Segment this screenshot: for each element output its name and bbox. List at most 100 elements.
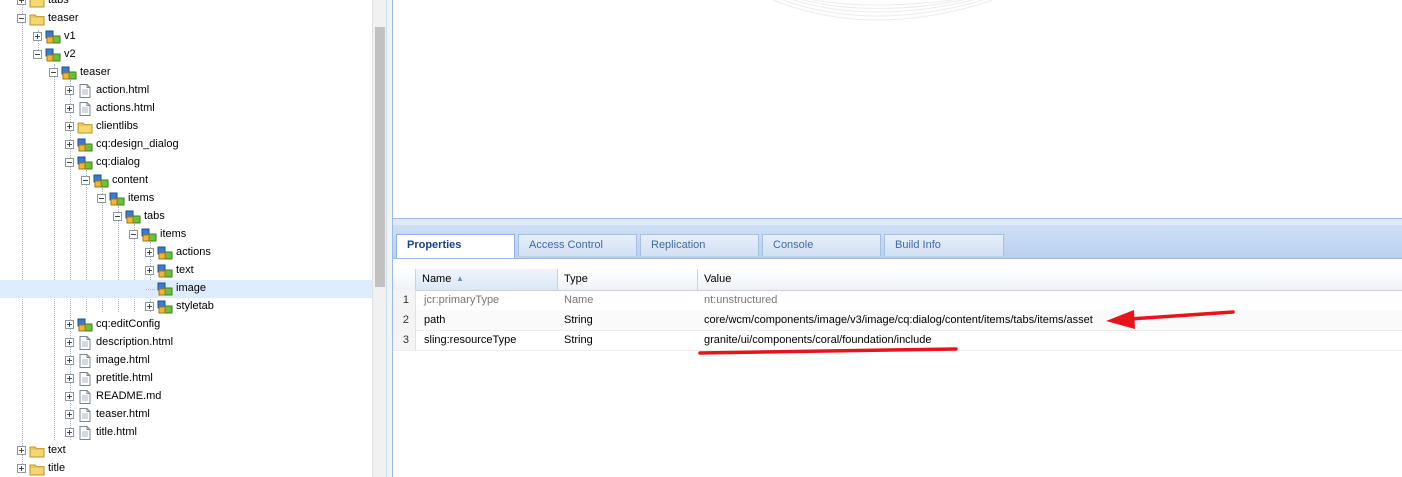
expand-icon[interactable]	[65, 356, 74, 365]
tree-node[interactable]: tabs	[0, 208, 372, 226]
expand-icon[interactable]	[65, 428, 74, 437]
tab-console[interactable]: Console	[762, 234, 881, 256]
expand-icon[interactable]	[65, 338, 74, 347]
rownum-header	[393, 269, 416, 290]
folder-icon	[77, 119, 93, 135]
tree-node[interactable]: title.html	[0, 424, 372, 442]
collapse-icon[interactable]	[33, 50, 42, 59]
table-row[interactable]: 3 sling:resourceType String granite/ui/c…	[393, 330, 1402, 351]
tree-node[interactable]: v1	[0, 28, 372, 46]
tree-node[interactable]: text	[0, 442, 372, 460]
file-icon	[77, 407, 93, 423]
collapse-icon[interactable]	[129, 230, 138, 239]
expand-icon[interactable]	[145, 266, 154, 275]
watermark-graphic	[772, 0, 994, 21]
tree-scrollbar[interactable]	[372, 0, 387, 477]
tree-node[interactable]: content	[0, 172, 372, 190]
column-header-type[interactable]: Type	[558, 269, 698, 290]
collapse-icon[interactable]	[17, 14, 26, 23]
tree-node-label: image	[176, 282, 206, 294]
table-row[interactable]: 2 path String core/wcm/components/image/…	[393, 310, 1402, 331]
grid-header: Name ▲ Type Value	[393, 269, 1402, 291]
tree-node-label: actions.html	[96, 102, 155, 114]
collapse-icon[interactable]	[97, 194, 106, 203]
folder-icon	[29, 461, 45, 477]
file-icon	[77, 353, 93, 369]
tab-replication[interactable]: Replication	[640, 234, 759, 256]
component-node-icon	[45, 47, 61, 63]
tree-node-label: image.html	[96, 354, 150, 366]
table-row[interactable]: 1 jcr:primaryType Name nt:unstructured	[393, 290, 1402, 311]
tree-node[interactable]: cq:dialog	[0, 154, 372, 172]
expand-icon[interactable]	[65, 410, 74, 419]
file-icon	[77, 425, 93, 441]
tree-node[interactable]: items	[0, 190, 372, 208]
tree-node[interactable]: image	[0, 280, 372, 298]
tree-node[interactable]: v2	[0, 46, 372, 64]
tree-node[interactable]: action.html	[0, 82, 372, 100]
tree-node[interactable]: teaser.html	[0, 406, 372, 424]
expand-icon[interactable]	[33, 32, 42, 41]
expand-icon[interactable]	[65, 86, 74, 95]
tab-label: Properties	[407, 239, 462, 251]
column-header-name[interactable]: Name ▲	[416, 269, 558, 290]
tree-node-label: action.html	[96, 84, 150, 96]
tree-node[interactable]: cq:design_dialog	[0, 136, 372, 154]
tree-node-label: text	[176, 264, 194, 276]
tree-node[interactable]: cq:editConfig	[0, 316, 372, 334]
row-number: 2	[393, 310, 416, 330]
tree-node[interactable]: description.html	[0, 334, 372, 352]
tree-node[interactable]: text	[0, 262, 372, 280]
panel-splitter[interactable]	[386, 0, 393, 477]
tree-node[interactable]: styletab	[0, 298, 372, 316]
tree-node-label: cq:design_dialog	[96, 138, 179, 150]
repository-tree[interactable]: tabs teaser v1 v2 teaser action.html actions.h…	[0, 0, 372, 477]
column-header-value[interactable]: Value	[698, 269, 1402, 290]
tree-node-label: clientlibs	[96, 120, 139, 132]
tree-node[interactable]: clientlibs	[0, 118, 372, 136]
tab-build-info[interactable]: Build Info	[884, 234, 1004, 256]
tree-node[interactable]: tabs	[0, 0, 372, 10]
collapse-icon[interactable]	[113, 212, 122, 221]
collapse-icon[interactable]	[49, 68, 58, 77]
expand-icon[interactable]	[145, 302, 154, 311]
expand-icon[interactable]	[65, 374, 74, 383]
tree-node[interactable]: actions.html	[0, 100, 372, 118]
collapse-icon[interactable]	[81, 176, 90, 185]
expand-icon[interactable]	[17, 464, 26, 473]
tree-scroll-thumb[interactable]	[375, 27, 385, 287]
collapse-icon[interactable]	[65, 158, 74, 167]
tree-node-label: actions	[176, 246, 211, 258]
tree-node-label: title.html	[96, 426, 137, 438]
tree-node[interactable]: README.md	[0, 388, 372, 406]
tree-node[interactable]: image.html	[0, 352, 372, 370]
folder-icon	[29, 11, 45, 27]
tree-node-label: v2	[64, 48, 76, 60]
tree-node[interactable]: title	[0, 460, 372, 477]
expand-icon[interactable]	[17, 446, 26, 455]
tree-node[interactable]: teaser	[0, 10, 372, 28]
expand-icon[interactable]	[65, 122, 74, 131]
tab-access-control[interactable]: Access Control	[518, 234, 637, 256]
tree-node[interactable]: pretitle.html	[0, 370, 372, 388]
properties-grid[interactable]: Name ▲ Type Value 1 jcr:primaryType Name…	[393, 269, 1402, 477]
tree-node-label: styletab	[176, 300, 214, 312]
tree-node[interactable]: items	[0, 226, 372, 244]
expand-icon[interactable]	[65, 392, 74, 401]
expand-icon[interactable]	[65, 320, 74, 329]
component-node-icon	[141, 227, 157, 243]
property-type: String	[564, 314, 593, 326]
tab-properties[interactable]: Properties	[396, 234, 515, 258]
tree-node[interactable]: actions	[0, 244, 372, 262]
row-number: 1	[393, 290, 416, 310]
tree-node[interactable]: teaser	[0, 64, 372, 82]
component-node-icon	[77, 155, 93, 171]
property-name: path	[424, 314, 446, 326]
expand-icon[interactable]	[65, 104, 74, 113]
expand-icon[interactable]	[145, 248, 154, 257]
tree-guide-line	[146, 289, 155, 290]
component-node-icon	[109, 191, 125, 207]
expand-icon[interactable]	[17, 0, 26, 5]
tree-node-label: teaser	[80, 66, 111, 78]
expand-icon[interactable]	[65, 140, 74, 149]
